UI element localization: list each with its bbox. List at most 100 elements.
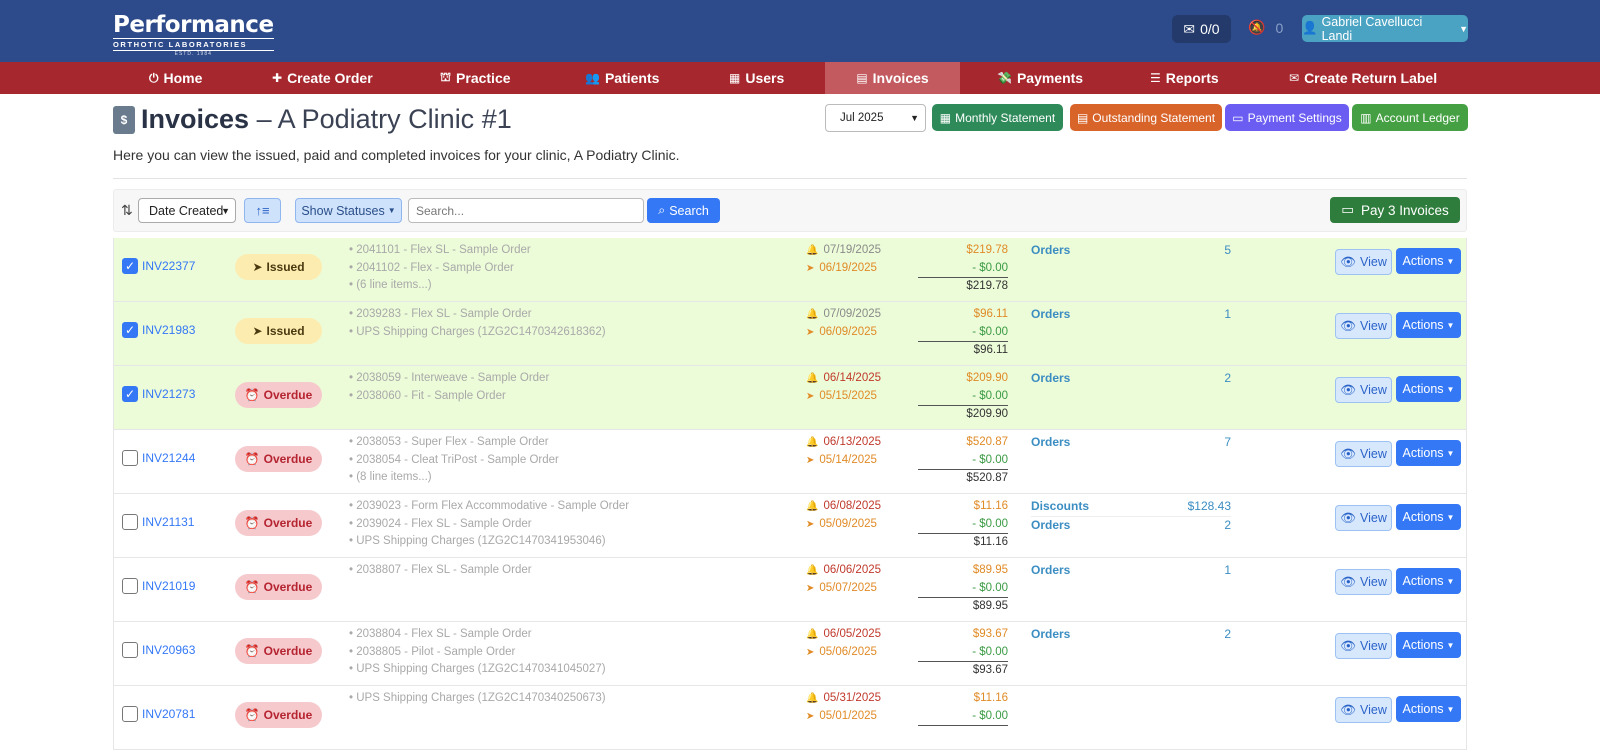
actions-button[interactable]: Actions ▼ xyxy=(1396,632,1461,658)
select-checkbox[interactable] xyxy=(122,514,138,530)
sort-direction-button[interactable]: ↑≡ xyxy=(244,198,281,223)
alarm-clock-icon: ⏰ xyxy=(244,388,260,402)
nav-item-practice[interactable]: ⛫ Practice xyxy=(440,62,511,94)
nav-item-users[interactable]: ▦ Users xyxy=(729,62,784,94)
notifications-count: 0 xyxy=(1275,19,1284,36)
alarm-clock-icon: ⏰ xyxy=(244,516,260,530)
line-items: • 2039283 - Flex SL - Sample Order • UPS … xyxy=(349,306,606,341)
amount-balance: $89.95 xyxy=(972,600,1008,612)
messages-button[interactable]: ✉ 0/0 xyxy=(1172,15,1231,43)
nav-item-home[interactable]: ⏻ Home xyxy=(149,62,202,94)
line-item: • 2039024 - Flex SL - Sample Order xyxy=(349,517,532,530)
invoice-number-link[interactable]: INV21019 xyxy=(142,579,195,593)
select-checkbox[interactable] xyxy=(122,642,138,658)
select-checkbox[interactable]: ✓ xyxy=(122,386,138,402)
show-statuses-button[interactable]: Show Statuses ▼ xyxy=(295,198,402,223)
invoice-amounts: $11.16 - $0.00 xyxy=(918,690,1008,726)
view-label: View xyxy=(1360,575,1387,589)
due-date-value: 07/09/2025 xyxy=(823,308,882,320)
table-row: INV20781 ⏰ Overdue • UPS Shipping Charges (… xyxy=(113,686,1467,750)
actions-button[interactable]: Actions ▼ xyxy=(1396,312,1461,338)
status-label: Overdue xyxy=(263,580,313,594)
invoice-doc-icon: $ xyxy=(113,105,135,134)
view-label: View xyxy=(1360,703,1387,717)
sent-date: ➤ 05/14/2025 xyxy=(806,452,881,470)
due-date-value: 06/05/2025 xyxy=(823,628,882,640)
nav-item-create-order[interactable]: ✚ Create Order xyxy=(272,62,373,94)
bell-icon: 🔔 xyxy=(806,245,819,256)
nav-item-patients[interactable]: 👥 Patients xyxy=(585,62,659,94)
monthly-statement-button[interactable]: ▦ Monthly Statement xyxy=(932,104,1063,131)
nav-item-create-return-label[interactable]: ✉ Create Return Label xyxy=(1289,62,1437,94)
category-value: $128.43 xyxy=(1187,499,1231,513)
select-checkbox[interactable]: ✓ xyxy=(122,258,138,274)
month-select[interactable]: Jul 2025 ▼ xyxy=(825,104,926,132)
sent-date-value: 05/15/2025 xyxy=(819,389,877,402)
due-date: 🔔 07/09/2025 xyxy=(806,306,881,324)
user-menu-button[interactable]: 👤 Gabriel Cavellucci Landi ▼ xyxy=(1302,15,1468,43)
due-date: 🔔 06/05/2025 xyxy=(806,626,881,644)
nav-item-payments[interactable]: 💸 Payments xyxy=(997,62,1083,94)
invoice-number-link[interactable]: INV21983 xyxy=(142,323,195,337)
invoice-amounts: $93.67 - $0.00 $93.67 xyxy=(918,626,1008,680)
search-button[interactable]: ⌕ Search xyxy=(647,198,720,223)
sent-date: ➤ 05/15/2025 xyxy=(806,388,881,406)
view-button[interactable]: 👁 View xyxy=(1335,313,1392,339)
view-button[interactable]: 👁 View xyxy=(1335,249,1392,275)
actions-button[interactable]: Actions ▼ xyxy=(1396,504,1461,530)
view-button[interactable]: 👁 View xyxy=(1335,697,1392,723)
eye-icon: 👁 xyxy=(1340,702,1356,717)
page-description: Here you can view the issued, paid and c… xyxy=(113,147,680,163)
invoice-number-link[interactable]: INV21273 xyxy=(142,387,195,401)
status-label: Overdue xyxy=(263,644,313,658)
nav-item-reports[interactable]: ☰ Reports xyxy=(1150,62,1219,94)
actions-button[interactable]: Actions ▼ xyxy=(1396,440,1461,466)
sort-select[interactable]: Date Created ▼ xyxy=(138,198,236,223)
view-button[interactable]: 👁 View xyxy=(1335,505,1392,531)
view-button[interactable]: 👁 View xyxy=(1335,633,1392,659)
payment-settings-button[interactable]: ▭ Payment Settings xyxy=(1225,104,1349,131)
line-items: • 2039023 - Form Flex Accommodative - Sa… xyxy=(349,498,629,551)
notifications-button[interactable]: 🔕 0 xyxy=(1248,19,1283,36)
amount-paid: - $0.00 xyxy=(918,324,1008,342)
select-checkbox[interactable]: ✓ xyxy=(122,322,138,338)
invoice-number-link[interactable]: INV20781 xyxy=(142,707,195,721)
invoice-number-link[interactable]: INV22377 xyxy=(142,259,195,273)
pay-invoices-button[interactable]: ▭ Pay 3 Invoices xyxy=(1330,197,1460,223)
paper-plane-icon: ➤ xyxy=(806,646,815,658)
actions-button[interactable]: Actions ▼ xyxy=(1396,248,1461,274)
due-date-value: 06/06/2025 xyxy=(823,564,882,576)
bell-slash-icon: 🔕 xyxy=(1248,19,1266,35)
view-button[interactable]: 👁 View xyxy=(1335,377,1392,403)
invoice-toolbar: ⇅ Date Created ▼ ↑≡ Show Statuses ▼ ⌕ Se… xyxy=(113,189,1467,232)
caret-down-icon: ▼ xyxy=(1446,256,1455,266)
actions-button[interactable]: Actions ▼ xyxy=(1396,568,1461,594)
select-checkbox[interactable] xyxy=(122,578,138,594)
alarm-clock-icon: ⏰ xyxy=(244,708,260,722)
account-ledger-button[interactable]: ▥ Account Ledger xyxy=(1352,104,1468,131)
actions-label: Actions xyxy=(1402,446,1444,460)
select-checkbox[interactable] xyxy=(122,450,138,466)
select-checkbox[interactable] xyxy=(122,706,138,722)
actions-button[interactable]: Actions ▼ xyxy=(1396,696,1461,722)
outstanding-statement-button[interactable]: ▤ Outstanding Statement xyxy=(1070,104,1222,131)
view-button[interactable]: 👁 View xyxy=(1335,569,1392,595)
logo[interactable]: Performance ORTHOTIC LABORATORIES ESTD. … xyxy=(113,13,274,57)
status-badge: ⏰ Overdue xyxy=(235,446,322,472)
invoice-number-link[interactable]: INV21244 xyxy=(142,451,195,465)
category-line: Orders 2 xyxy=(1031,517,1231,535)
actions-button[interactable]: Actions ▼ xyxy=(1396,376,1461,402)
paper-plane-icon: ➤ xyxy=(806,390,815,402)
table-row: ✓ INV21273 ⏰ Overdue • 2038059 - Interweave … xyxy=(113,366,1467,430)
category-name: Discounts xyxy=(1031,499,1090,513)
search-input[interactable] xyxy=(408,198,644,223)
caret-down-icon: ▼ xyxy=(1446,704,1455,714)
invoice-number-link[interactable]: INV21131 xyxy=(142,515,194,529)
invoice-number-link[interactable]: INV20963 xyxy=(142,643,195,657)
nav-item-invoices[interactable]: ▤ Invoices xyxy=(825,62,960,94)
sent-date-value: 05/07/2025 xyxy=(819,581,877,594)
actions-label: Actions xyxy=(1402,510,1444,524)
amount-paid: - $0.00 xyxy=(918,580,1008,598)
invoice-categories: Discounts $128.43 Orders 2 xyxy=(1031,498,1231,534)
view-button[interactable]: 👁 View xyxy=(1335,441,1392,467)
